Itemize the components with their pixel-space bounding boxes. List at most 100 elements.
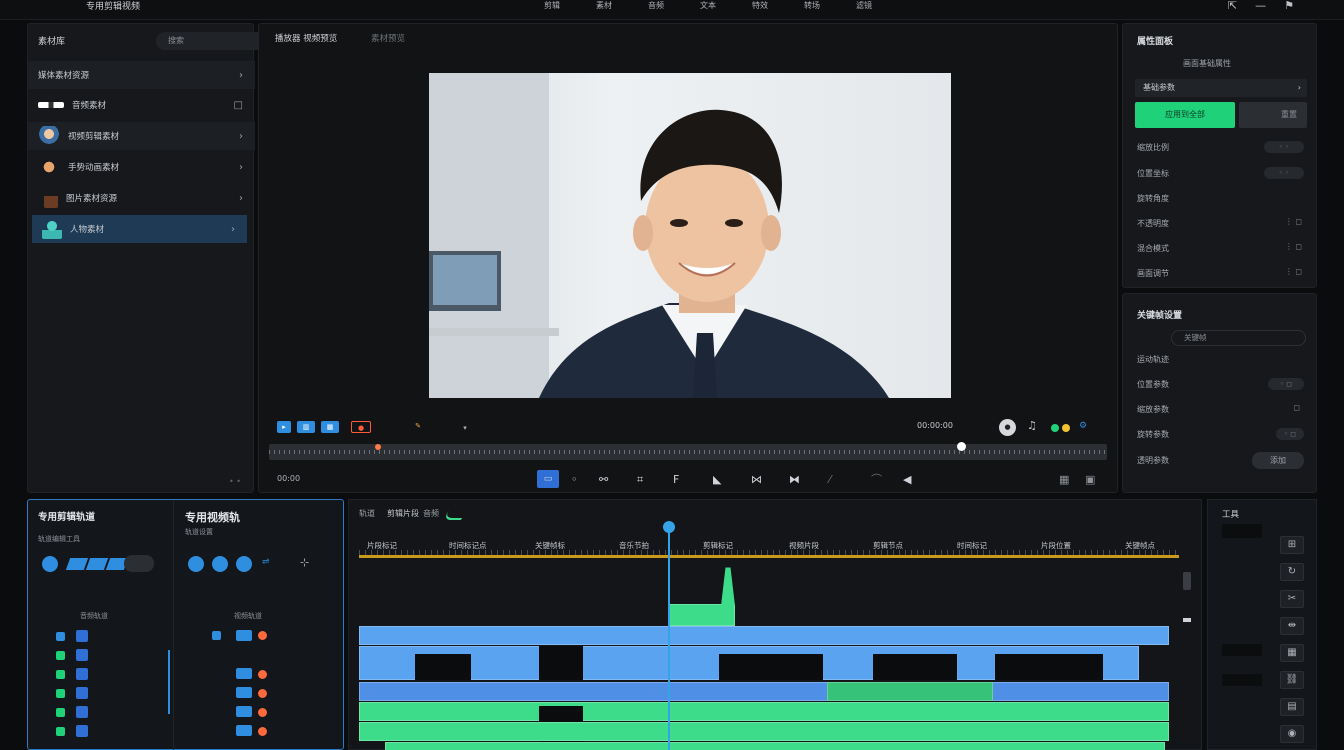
record-track-icon[interactable] xyxy=(258,727,267,736)
track-mute-icon[interactable] xyxy=(76,687,88,699)
work-area-bar[interactable] xyxy=(359,555,1179,558)
edit-tool-button[interactable] xyxy=(85,558,109,570)
scrubber[interactable] xyxy=(269,442,1107,460)
audio-tool-icon[interactable]: ◀ xyxy=(903,470,911,490)
scale-keyframe-icon[interactable]: ◻ xyxy=(1293,403,1300,412)
settings-icon[interactable]: ⚙ xyxy=(1079,421,1087,431)
playhead-knob[interactable] xyxy=(957,442,966,451)
menu-item[interactable]: 素材 xyxy=(578,0,630,12)
record-track-icon[interactable] xyxy=(258,670,267,679)
scale-toggle[interactable]: ◦ ◦ xyxy=(1264,141,1304,153)
timeline-tab[interactable]: 音频 xyxy=(423,508,439,519)
tool-loop-icon[interactable]: ↻ xyxy=(1280,563,1304,581)
track-visible-icon[interactable] xyxy=(56,670,65,679)
scrollbar-marker[interactable] xyxy=(1183,618,1191,622)
scrollbar-thumb[interactable] xyxy=(1183,572,1191,590)
menu-item[interactable]: 滤镜 xyxy=(838,0,890,12)
export-icon[interactable]: ⇱ xyxy=(1228,0,1237,12)
position-keyframe-toggle[interactable]: ◦ ◻ xyxy=(1268,378,1304,390)
tool-grid-icon[interactable]: ▦ xyxy=(1280,644,1304,662)
track-visible-icon[interactable] xyxy=(56,651,65,660)
record-button[interactable]: ● xyxy=(351,421,371,433)
tool-edit-icon[interactable]: ⊞ xyxy=(1280,536,1304,554)
video-clip[interactable] xyxy=(359,626,1169,645)
split-button[interactable]: ▥ xyxy=(297,421,315,433)
audio-clip[interactable] xyxy=(669,604,735,626)
select-tool-icon[interactable]: ▭ xyxy=(537,470,559,488)
tab-player[interactable]: 播放器 视频预览 xyxy=(275,32,337,44)
track-visible-icon[interactable] xyxy=(56,727,65,736)
video-lock-icon[interactable] xyxy=(212,631,221,640)
text-tool-icon[interactable]: F xyxy=(673,470,679,490)
blade-tool-icon[interactable]: ◦ xyxy=(571,470,578,490)
add-track-button[interactable] xyxy=(42,556,58,572)
rotate-keyframe-toggle[interactable]: ◦ ◻ xyxy=(1276,428,1304,440)
track-mute-icon[interactable] xyxy=(76,649,88,661)
mark-in-button[interactable]: ▸ xyxy=(277,421,291,433)
audio-clip[interactable] xyxy=(359,702,1169,721)
menu-item[interactable]: 剪辑 xyxy=(526,0,578,12)
adjust-keyframe-icon[interactable]: ⋮ ◻ xyxy=(1285,267,1302,276)
video-tool-button[interactable] xyxy=(236,556,252,572)
video-thumb-toggle[interactable] xyxy=(236,706,252,717)
tool-audio-icon[interactable]: ◉ xyxy=(1280,725,1304,743)
keyframe-field[interactable]: 关键帧 xyxy=(1171,330,1306,346)
preset-dropdown[interactable]: 基础参数 › xyxy=(1135,79,1307,97)
track-visible-icon[interactable] xyxy=(56,708,65,717)
link-tool-icon[interactable]: ⚯ xyxy=(599,470,608,490)
scrub-marker-icon[interactable] xyxy=(375,444,381,450)
menu-item[interactable]: 音频 xyxy=(630,0,682,12)
track-mute-icon[interactable] xyxy=(76,668,88,680)
media-row[interactable]: 音频素材 □ xyxy=(28,91,255,119)
track-slider[interactable] xyxy=(168,650,170,714)
audio-clip[interactable] xyxy=(359,722,1169,741)
position-toggle[interactable]: ◦ ◦ xyxy=(1264,167,1304,179)
audio-clip[interactable] xyxy=(385,742,1165,750)
video-thumb-toggle[interactable] xyxy=(236,687,252,698)
video-clip[interactable] xyxy=(359,682,1169,701)
track-lock-icon[interactable] xyxy=(56,632,65,641)
video-thumb-toggle[interactable] xyxy=(236,630,252,641)
media-row[interactable]: 手势动画素材 › xyxy=(28,153,255,181)
timeline-tab[interactable]: 剪辑片段 xyxy=(387,508,419,519)
grid-icon[interactable]: ▦ xyxy=(1059,470,1069,490)
media-row-selected[interactable]: 人物素材 › xyxy=(32,215,247,243)
playhead-line[interactable] xyxy=(668,522,670,750)
add-keyframe-button[interactable]: 添加 xyxy=(1252,452,1304,469)
flag-icon[interactable]: ⚑ xyxy=(1284,0,1294,12)
media-row[interactable]: 媒体素材资源 › xyxy=(28,61,255,89)
curve-icon[interactable]: ⌒ xyxy=(871,470,882,490)
menu-item[interactable]: 文本 xyxy=(682,0,734,12)
track-options-icon[interactable]: ⇌ xyxy=(262,557,270,567)
media-row[interactable]: 视频剪辑素材 › xyxy=(28,122,255,150)
crop-tool-icon[interactable]: ⌗ xyxy=(637,470,643,490)
minimize-icon[interactable]: — xyxy=(1255,0,1266,12)
menu-item[interactable]: 特效 xyxy=(734,0,786,12)
tool-cut-icon[interactable]: ✂ xyxy=(1280,590,1304,608)
zoom-knob[interactable]: ● xyxy=(999,419,1016,436)
fullscreen-icon[interactable]: ▣ xyxy=(1085,470,1095,490)
track-mute-icon[interactable] xyxy=(76,725,88,737)
record-track-icon[interactable] xyxy=(258,631,267,640)
search-input[interactable]: 搜索 xyxy=(156,32,271,50)
edit-tool-button[interactable] xyxy=(65,558,89,570)
track-toggle[interactable] xyxy=(124,555,154,572)
tab-media-preview[interactable]: 素材预览 xyxy=(371,32,405,44)
pager-icon[interactable]: • • xyxy=(229,477,241,486)
track-visible-icon[interactable] xyxy=(56,689,65,698)
mark-tool-icon[interactable]: ⋈ xyxy=(751,470,762,490)
tool-split-icon[interactable]: ⇹ xyxy=(1280,617,1304,635)
video-thumb-toggle[interactable] xyxy=(236,668,252,679)
trim-button[interactable]: ▦ xyxy=(321,421,339,433)
media-row[interactable]: 图片素材资源 › xyxy=(28,184,255,212)
blend-keyframe-icon[interactable]: ⋮ ◻ xyxy=(1285,242,1302,251)
marker-icon[interactable]: ✎ xyxy=(411,420,425,432)
video-thumb-toggle[interactable] xyxy=(236,725,252,736)
ramp-tool-icon[interactable]: ◣ xyxy=(713,470,721,490)
record-track-icon[interactable] xyxy=(258,689,267,698)
add-video-track-button[interactable] xyxy=(188,556,204,572)
menu-item[interactable]: 转场 xyxy=(786,0,838,12)
video-tool-button[interactable] xyxy=(212,556,228,572)
tool-layer-icon[interactable]: ▤ xyxy=(1280,698,1304,716)
bowtie-tool-icon[interactable]: ⧓ xyxy=(789,470,800,490)
